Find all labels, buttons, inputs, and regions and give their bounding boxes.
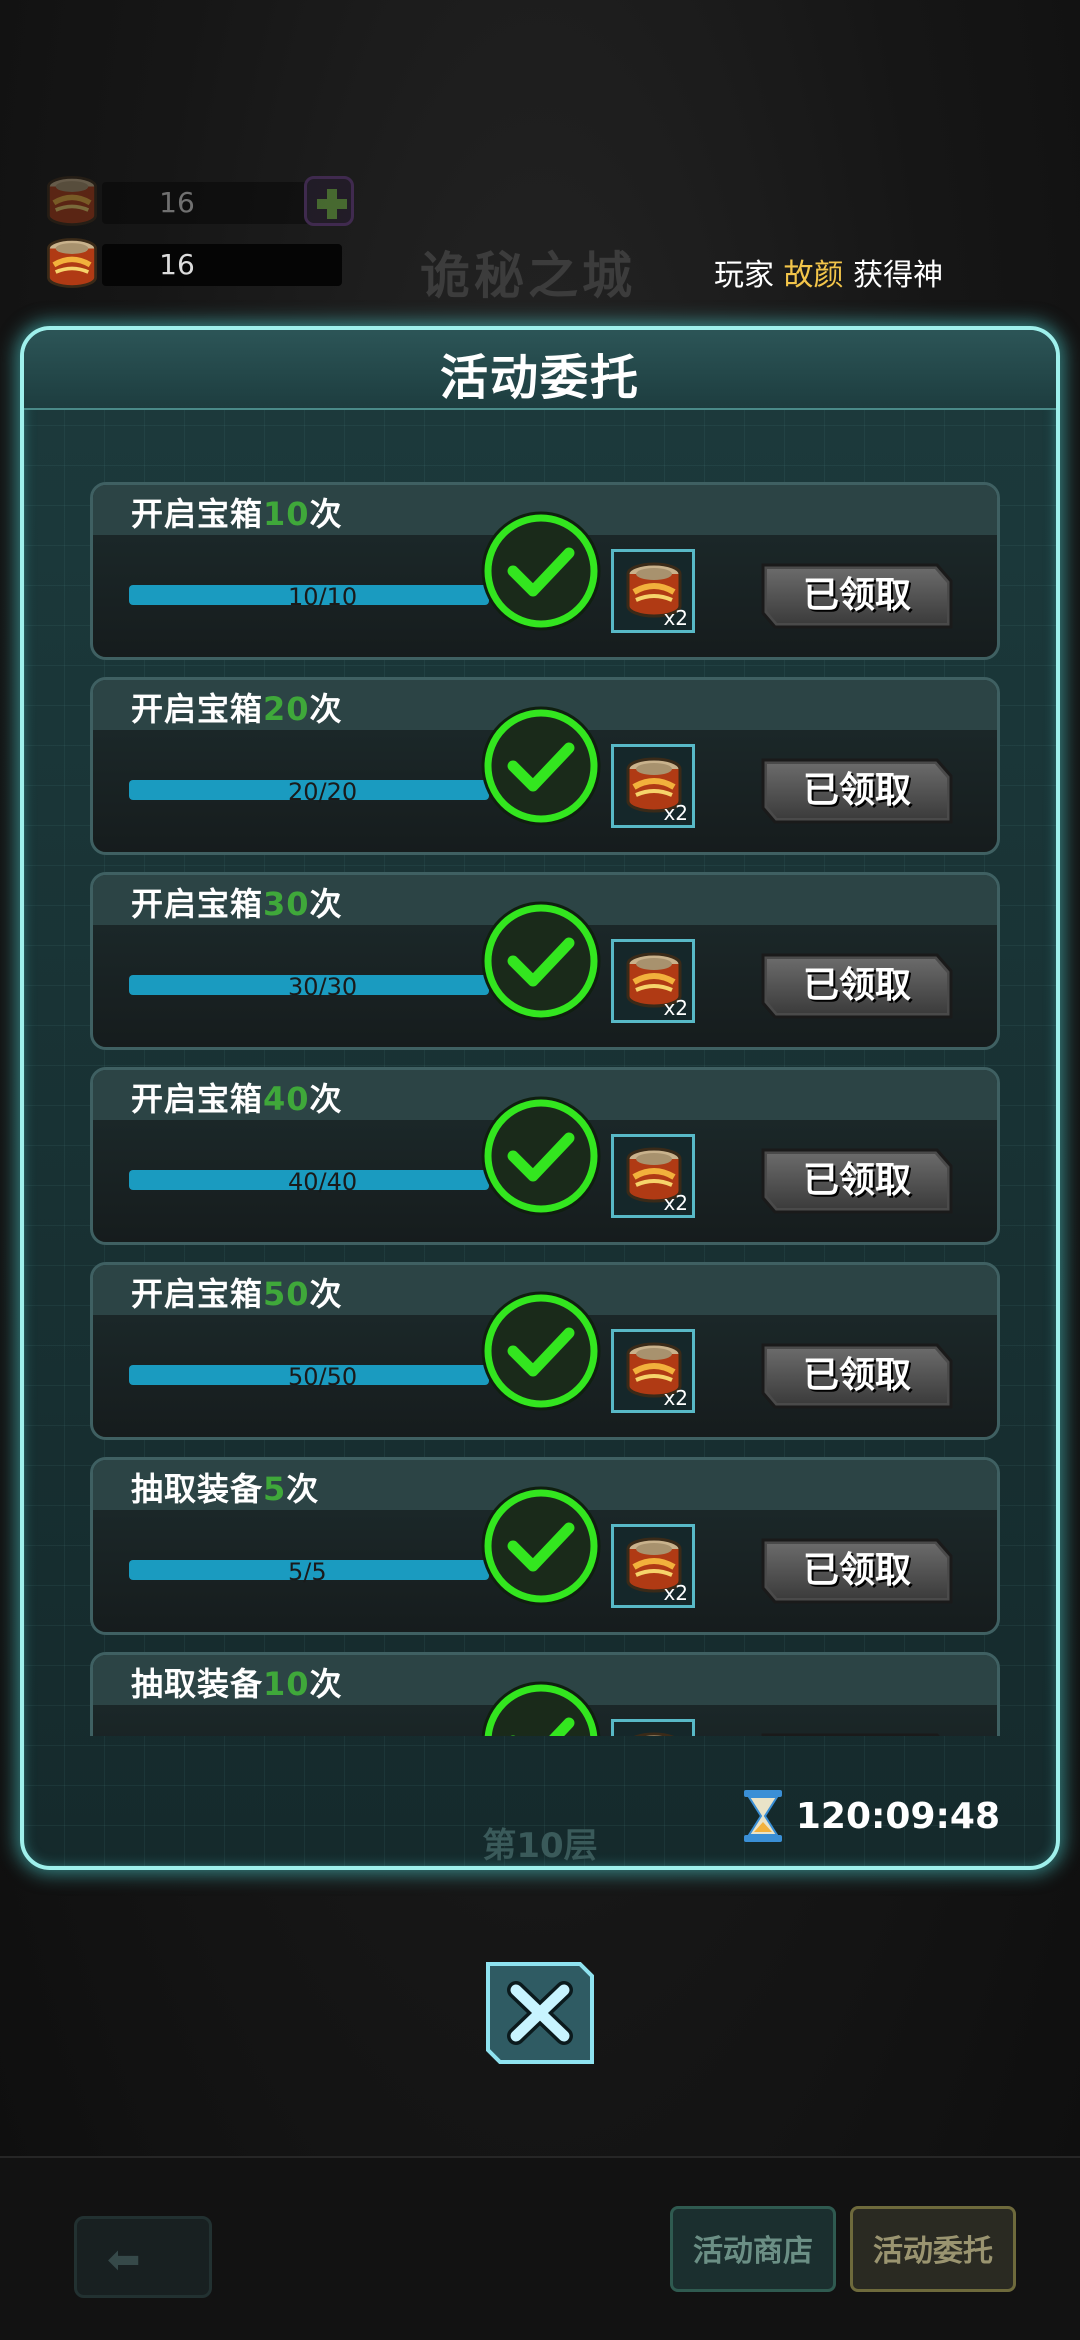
commission-modal: 活动委托 开启宝箱10次 10/10 x2 已领取 开启宝箱20次 20/20 x2 已领取开… bbox=[20, 326, 1060, 1870]
close-button[interactable] bbox=[484, 1960, 596, 2066]
claimed-button[interactable]: 已领取 bbox=[761, 1343, 953, 1409]
task-card: 开启宝箱40次 40/40 x2 已领取 bbox=[90, 1067, 1000, 1245]
task-title: 开启宝箱30次 bbox=[131, 885, 343, 923]
reward-slot[interactable]: x2 bbox=[611, 1524, 695, 1608]
canned-food-icon bbox=[40, 172, 104, 230]
task-card: 开启宝箱30次 30/30 x2 已领取 bbox=[90, 872, 1000, 1050]
reward-quantity: x2 bbox=[663, 996, 688, 1020]
task-target: 10 bbox=[263, 495, 310, 533]
completed-check-icon bbox=[479, 1094, 603, 1218]
player-name: 故颜 bbox=[783, 258, 844, 293]
completed-check-icon bbox=[479, 899, 603, 1023]
task-title: 抽取装备5次 bbox=[131, 1470, 320, 1508]
reward-quantity: x2 bbox=[663, 1191, 688, 1215]
completed-check-icon bbox=[479, 1289, 603, 1413]
task-card: 开启宝箱20次 20/20 x2 已领取 bbox=[90, 677, 1000, 855]
reward-quantity: x2 bbox=[663, 1386, 688, 1410]
hourglass-icon bbox=[743, 1790, 782, 1842]
task-card: 开启宝箱10次 10/10 x2 已领取 bbox=[90, 482, 1000, 660]
claimed-button[interactable]: 已领取 bbox=[761, 953, 953, 1019]
task-title: 抽取装备10次 bbox=[131, 1665, 343, 1703]
resource-counter: 16 bbox=[40, 238, 342, 288]
task-card: 开启宝箱50次 50/50 x2 已领取 bbox=[90, 1262, 1000, 1440]
task-target: 40 bbox=[263, 1080, 310, 1118]
modal-title: 活动委托 bbox=[439, 350, 640, 406]
task-target: 10 bbox=[263, 1665, 310, 1703]
progress-text: 40/40 bbox=[288, 1168, 358, 1196]
progress-text: 10/10 bbox=[288, 583, 358, 611]
progress-text: 50/50 bbox=[288, 1363, 358, 1391]
reward-quantity: x2 bbox=[663, 1581, 688, 1605]
claimed-button[interactable] bbox=[761, 1733, 953, 1736]
claimed-button[interactable]: 已领取 bbox=[761, 1538, 953, 1604]
reward-slot[interactable]: x2 bbox=[611, 744, 695, 828]
canned-food-icon bbox=[622, 1728, 686, 1736]
resource-counter-top: 16 bbox=[40, 176, 354, 226]
task-target: 5 bbox=[263, 1470, 287, 1508]
completed-check-icon bbox=[479, 1679, 603, 1736]
claimed-button[interactable]: 已领取 bbox=[761, 758, 953, 824]
reward-slot[interactable] bbox=[611, 1719, 695, 1736]
progress-text: 20/20 bbox=[288, 778, 358, 806]
announcement-ticker: 玩家 故颜 获得神 bbox=[714, 258, 944, 293]
reward-quantity: x2 bbox=[663, 801, 688, 825]
completed-check-icon bbox=[479, 509, 603, 633]
bottom-bar: ⬅ 活动商店 活动委托 bbox=[0, 2156, 1080, 2340]
progress-text: 30/30 bbox=[288, 973, 358, 1001]
task-card: 抽取装备10次 bbox=[90, 1652, 1000, 1736]
tab-event-shop[interactable]: 活动商店 bbox=[670, 2206, 836, 2292]
back-arrow-icon: ⬅ bbox=[107, 2237, 141, 2283]
task-title: 开启宝箱20次 bbox=[131, 690, 343, 728]
task-title: 开启宝箱10次 bbox=[131, 495, 343, 533]
task-target: 30 bbox=[263, 885, 310, 923]
claimed-button[interactable]: 已领取 bbox=[761, 1148, 953, 1214]
reward-slot[interactable]: x2 bbox=[611, 939, 695, 1023]
completed-check-icon bbox=[479, 704, 603, 828]
task-card: 抽取装备5次 5/5 x2 已领取 bbox=[90, 1457, 1000, 1635]
resource-value: 16 bbox=[159, 248, 195, 281]
game-screen: 16 16 诡秘之城 玩家 故颜 获得神 活动委托 开启宝箱10次 10/10 x2… bbox=[0, 0, 1080, 2340]
reward-slot[interactable]: x2 bbox=[611, 1134, 695, 1218]
background-title: 诡秘之城 bbox=[420, 247, 636, 305]
claimed-button[interactable]: 已领取 bbox=[761, 563, 953, 629]
add-resource-button[interactable] bbox=[304, 176, 354, 226]
task-list[interactable]: 开启宝箱10次 10/10 x2 已领取 开启宝箱20次 20/20 x2 已领取 开启宝箱30… bbox=[90, 482, 1020, 1736]
task-title: 开启宝箱50次 bbox=[131, 1275, 343, 1313]
reward-slot[interactable]: x2 bbox=[611, 1329, 695, 1413]
event-timer: 120:09:48 bbox=[740, 1786, 1000, 1846]
reward-slot[interactable]: x2 bbox=[611, 549, 695, 633]
task-target: 20 bbox=[263, 690, 310, 728]
timer-value: 120:09:48 bbox=[795, 1795, 1000, 1837]
task-target: 50 bbox=[263, 1275, 310, 1313]
tab-event-commission[interactable]: 活动委托 bbox=[850, 2206, 1016, 2292]
canned-food-icon bbox=[40, 234, 104, 292]
progress-text: 5/5 bbox=[288, 1558, 327, 1586]
resource-value: 16 bbox=[159, 186, 195, 219]
task-title: 开启宝箱40次 bbox=[131, 1080, 343, 1118]
completed-check-icon bbox=[479, 1484, 603, 1608]
back-button[interactable]: ⬅ bbox=[74, 2216, 212, 2298]
reward-quantity: x2 bbox=[663, 606, 688, 630]
